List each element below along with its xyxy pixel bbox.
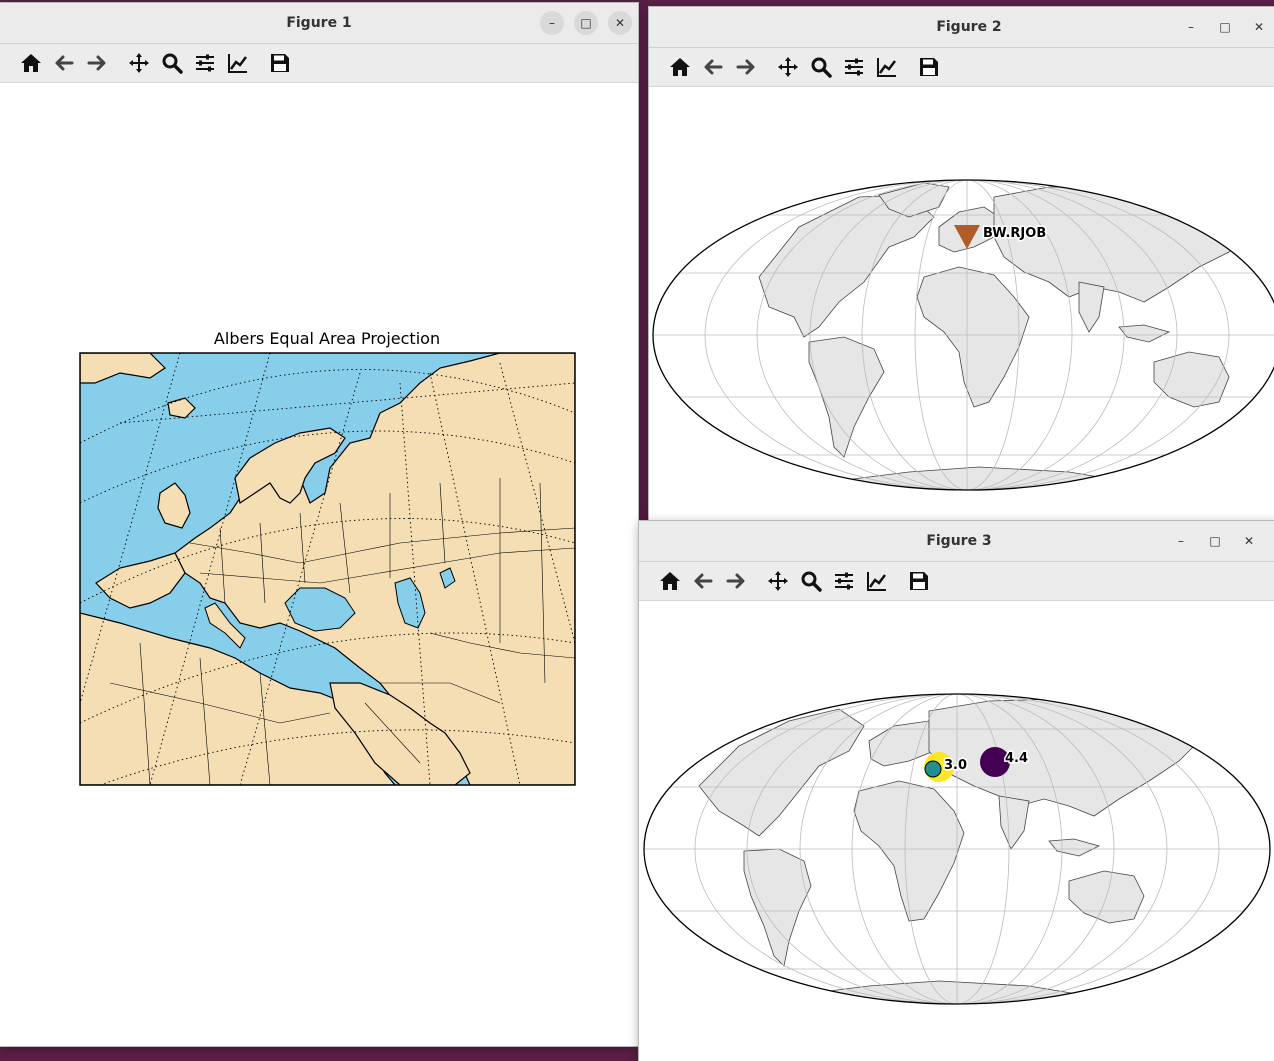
- world-event-map: 3.0 4.4: [643, 693, 1271, 1005]
- figure1-toolbar: [0, 44, 638, 83]
- save-button[interactable]: [263, 48, 296, 78]
- forward-arrow-icon: [736, 59, 754, 75]
- edit-axes-icon: [876, 58, 896, 77]
- minimize-button[interactable]: –: [1179, 15, 1203, 39]
- home-button[interactable]: [14, 48, 47, 78]
- close-icon: ✕: [1253, 20, 1265, 34]
- map-title: Albers Equal Area Projection: [214, 329, 440, 348]
- event-marker-teal[interactable]: [924, 760, 942, 778]
- minimize-button[interactable]: –: [540, 11, 564, 35]
- home-icon: [20, 54, 41, 72]
- back-button[interactable]: [686, 566, 719, 596]
- maximize-icon: □: [1219, 20, 1231, 34]
- figure3-canvas[interactable]: 3.0 4.4: [639, 601, 1274, 1061]
- zoom-button[interactable]: [794, 566, 827, 596]
- figure2-titlebar[interactable]: Figure 2 – □ ✕: [649, 7, 1274, 48]
- edit-axes-icon: [866, 572, 886, 591]
- zoom-magnifier-icon: [801, 571, 822, 592]
- figure1-window: Figure 1 – □ ✕ Albers Equal Area Project…: [0, 3, 638, 1046]
- window-title: Figure 1: [286, 15, 352, 31]
- home-button[interactable]: [653, 566, 686, 596]
- event-label-1: 3.0: [944, 758, 967, 773]
- edit-axes-button[interactable]: [221, 48, 254, 78]
- albers-map-plot: Albers Equal Area Projection: [79, 329, 576, 786]
- save-floppy-icon: [270, 54, 289, 72]
- pan-button[interactable]: [771, 52, 804, 82]
- maximize-button[interactable]: □: [1213, 15, 1237, 39]
- figure2-canvas[interactable]: BW.RJOB: [649, 87, 1274, 527]
- minimize-icon: –: [1188, 20, 1194, 34]
- maximize-button[interactable]: □: [574, 11, 598, 35]
- home-icon: [669, 58, 690, 76]
- minimize-icon: –: [549, 16, 555, 30]
- configure-subplots-icon: [834, 572, 853, 590]
- back-button[interactable]: [696, 52, 729, 82]
- figure3-window: Figure 3 – □ ✕ 3.0 4.4: [639, 521, 1274, 1061]
- pan-move-icon: [128, 53, 149, 73]
- close-button[interactable]: ✕: [608, 11, 632, 35]
- minimize-icon: –: [1178, 534, 1184, 548]
- zoom-button[interactable]: [155, 48, 188, 78]
- configure-subplots-button[interactable]: [837, 52, 870, 82]
- pan-move-icon: [777, 57, 798, 77]
- home-icon: [659, 572, 680, 590]
- figure2-toolbar: [649, 48, 1274, 87]
- configure-subplots-icon: [195, 54, 214, 72]
- save-floppy-icon: [919, 58, 938, 76]
- pan-button[interactable]: [122, 48, 155, 78]
- zoom-magnifier-icon: [811, 57, 832, 78]
- edit-axes-button[interactable]: [870, 52, 903, 82]
- event-label-2: 4.4: [1005, 751, 1028, 766]
- save-button[interactable]: [902, 566, 935, 596]
- forward-arrow-icon: [726, 573, 744, 589]
- figure3-toolbar: [639, 562, 1274, 601]
- back-arrow-icon: [704, 59, 722, 75]
- figure1-titlebar[interactable]: Figure 1 – □ ✕: [0, 3, 638, 44]
- close-icon: ✕: [1243, 534, 1255, 548]
- configure-subplots-button[interactable]: [188, 48, 221, 78]
- save-button[interactable]: [912, 52, 945, 82]
- zoom-button[interactable]: [804, 52, 837, 82]
- pan-button[interactable]: [761, 566, 794, 596]
- pan-move-icon: [767, 571, 788, 591]
- forward-button[interactable]: [80, 48, 113, 78]
- close-button[interactable]: ✕: [1237, 529, 1261, 553]
- albers-map: [80, 353, 575, 785]
- edit-axes-icon: [227, 54, 247, 73]
- save-floppy-icon: [909, 572, 928, 590]
- world-station-map: BW.RJOB: [652, 179, 1274, 491]
- window-title: Figure 3: [926, 533, 992, 549]
- close-icon: ✕: [614, 16, 626, 30]
- minimize-button[interactable]: –: [1169, 529, 1193, 553]
- back-arrow-icon: [694, 573, 712, 589]
- forward-button[interactable]: [719, 566, 752, 596]
- maximize-button[interactable]: □: [1203, 529, 1227, 553]
- configure-subplots-icon: [844, 58, 863, 76]
- home-button[interactable]: [663, 52, 696, 82]
- figure3-titlebar[interactable]: Figure 3 – □ ✕: [639, 521, 1274, 562]
- figure2-window: Figure 2 – □ ✕ BW.RJOB: [649, 7, 1274, 527]
- figure1-canvas[interactable]: Albers Equal Area Projection: [0, 83, 638, 1046]
- forward-arrow-icon: [87, 55, 105, 71]
- forward-button[interactable]: [729, 52, 762, 82]
- maximize-icon: □: [580, 16, 592, 30]
- close-button[interactable]: ✕: [1247, 15, 1271, 39]
- station-label: BW.RJOB: [983, 226, 1046, 241]
- configure-subplots-button[interactable]: [827, 566, 860, 596]
- back-button[interactable]: [47, 48, 80, 78]
- edit-axes-button[interactable]: [860, 566, 893, 596]
- window-title: Figure 2: [936, 19, 1002, 35]
- zoom-magnifier-icon: [162, 53, 183, 74]
- maximize-icon: □: [1209, 534, 1221, 548]
- back-arrow-icon: [55, 55, 73, 71]
